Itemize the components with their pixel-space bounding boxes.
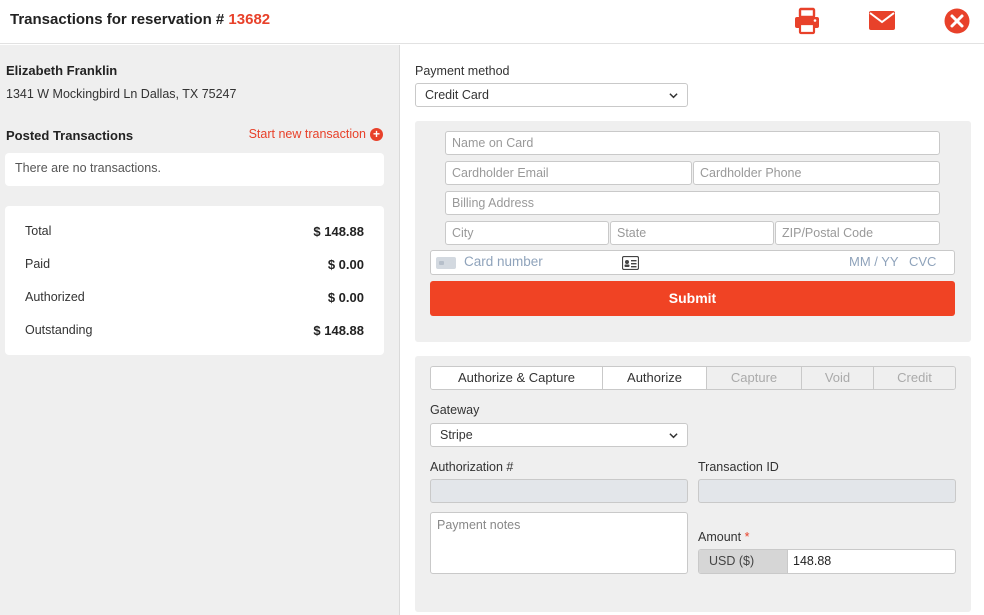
authorized-row: Authorized $ 0.00 (25, 290, 364, 310)
submit-button[interactable]: Submit (430, 281, 955, 316)
tab-authorize[interactable]: Authorize (603, 367, 707, 389)
chevron-down-icon (669, 93, 678, 99)
tab-void[interactable]: Void (802, 367, 874, 389)
transaction-panel: Authorize & Capture Authorize Capture Vo… (415, 356, 971, 612)
name-on-card-field[interactable]: Name on Card (445, 131, 940, 155)
card-details-panel: Name on Card Cardholder Email Cardholder… (415, 121, 971, 342)
zip-field[interactable]: ZIP/Postal Code (775, 221, 940, 245)
transaction-id-label: Transaction ID (698, 460, 779, 474)
authorized-value: $ 0.00 (327, 290, 364, 305)
payment-panel: Payment method Credit Card Name on Card … (401, 45, 984, 615)
card-number-placeholder: Card number (464, 254, 543, 269)
guest-name: Elizabeth Franklin (6, 63, 118, 78)
totals-card: Total $ 148.88 Paid $ 0.00 Authorized $ … (5, 206, 384, 355)
paid-label: Paid (25, 257, 51, 271)
cvc-placeholder[interactable]: CVC (909, 254, 936, 269)
authorization-number-label: Authorization # (430, 460, 514, 474)
start-new-transaction-label: Start new transaction (248, 127, 366, 141)
card-number-field[interactable]: Card number MM / YY CVC (430, 250, 955, 275)
print-icon[interactable] (792, 7, 822, 35)
start-new-transaction-link[interactable]: Start new transaction + (249, 127, 383, 141)
reservation-summary-panel: Elizabeth Franklin 1341 W Mockingbird Ln… (0, 45, 400, 615)
amount-field[interactable]: USD ($) 148.88 (698, 549, 956, 574)
chevron-down-icon (669, 433, 678, 439)
gateway-select[interactable]: Stripe (430, 423, 688, 447)
payment-notes-field[interactable]: Payment notes (430, 512, 688, 574)
total-value: $ 148.88 (313, 224, 364, 239)
page-title: Transactions for reservation # 13682 (10, 11, 270, 28)
reservation-number: 13682 (228, 11, 271, 28)
guest-address: 1341 W Mockingbird Ln Dallas, TX 75247 (6, 87, 237, 101)
outstanding-value: $ 148.88 (313, 323, 364, 338)
payment-method-label: Payment method (415, 64, 510, 78)
tab-authorize-capture[interactable]: Authorize & Capture (431, 367, 603, 389)
paid-value: $ 0.00 (327, 257, 364, 272)
amount-label: Amount (698, 530, 742, 544)
close-circle-icon[interactable] (942, 7, 972, 35)
gateway-value: Stripe (440, 428, 473, 442)
cardholder-phone-field[interactable]: Cardholder Phone (693, 161, 940, 185)
transaction-type-tabs: Authorize & Capture Authorize Capture Vo… (430, 366, 956, 390)
total-row: Total $ 148.88 (25, 224, 364, 244)
transaction-id-field (698, 479, 956, 503)
amount-label-group: Amount * (698, 530, 749, 544)
posted-transactions-title: Posted Transactions (6, 128, 134, 143)
payment-method-value: Credit Card (425, 88, 489, 102)
authorized-label: Authorized (25, 290, 85, 304)
envelope-icon[interactable] (867, 7, 897, 35)
outstanding-row: Outstanding $ 148.88 (25, 323, 364, 343)
title-prefix: Transactions for reservation # (10, 11, 225, 28)
tab-capture[interactable]: Capture (707, 367, 802, 389)
total-label: Total (25, 224, 52, 238)
outstanding-label: Outstanding (25, 323, 93, 337)
billing-address-field[interactable]: Billing Address (445, 191, 940, 215)
amount-value[interactable]: 148.88 (793, 554, 831, 568)
required-marker: * (744, 530, 750, 544)
cardholder-email-field[interactable]: Cardholder Email (445, 161, 692, 185)
authorization-number-field (430, 479, 688, 503)
state-field[interactable]: State (610, 221, 774, 245)
contact-card-icon[interactable] (622, 256, 639, 270)
header-bar: Transactions for reservation # 13682 (0, 0, 984, 44)
paid-row: Paid $ 0.00 (25, 257, 364, 277)
city-field[interactable]: City (445, 221, 609, 245)
currency-addon: USD ($) (699, 550, 788, 573)
tab-credit[interactable]: Credit (874, 367, 955, 389)
plus-circle-icon: + (370, 127, 383, 141)
credit-card-icon (436, 257, 456, 269)
expiry-placeholder[interactable]: MM / YY (849, 254, 899, 269)
no-transactions-message: There are no transactions. (5, 153, 384, 186)
gateway-label: Gateway (430, 403, 480, 417)
payment-method-select[interactable]: Credit Card (415, 83, 688, 107)
